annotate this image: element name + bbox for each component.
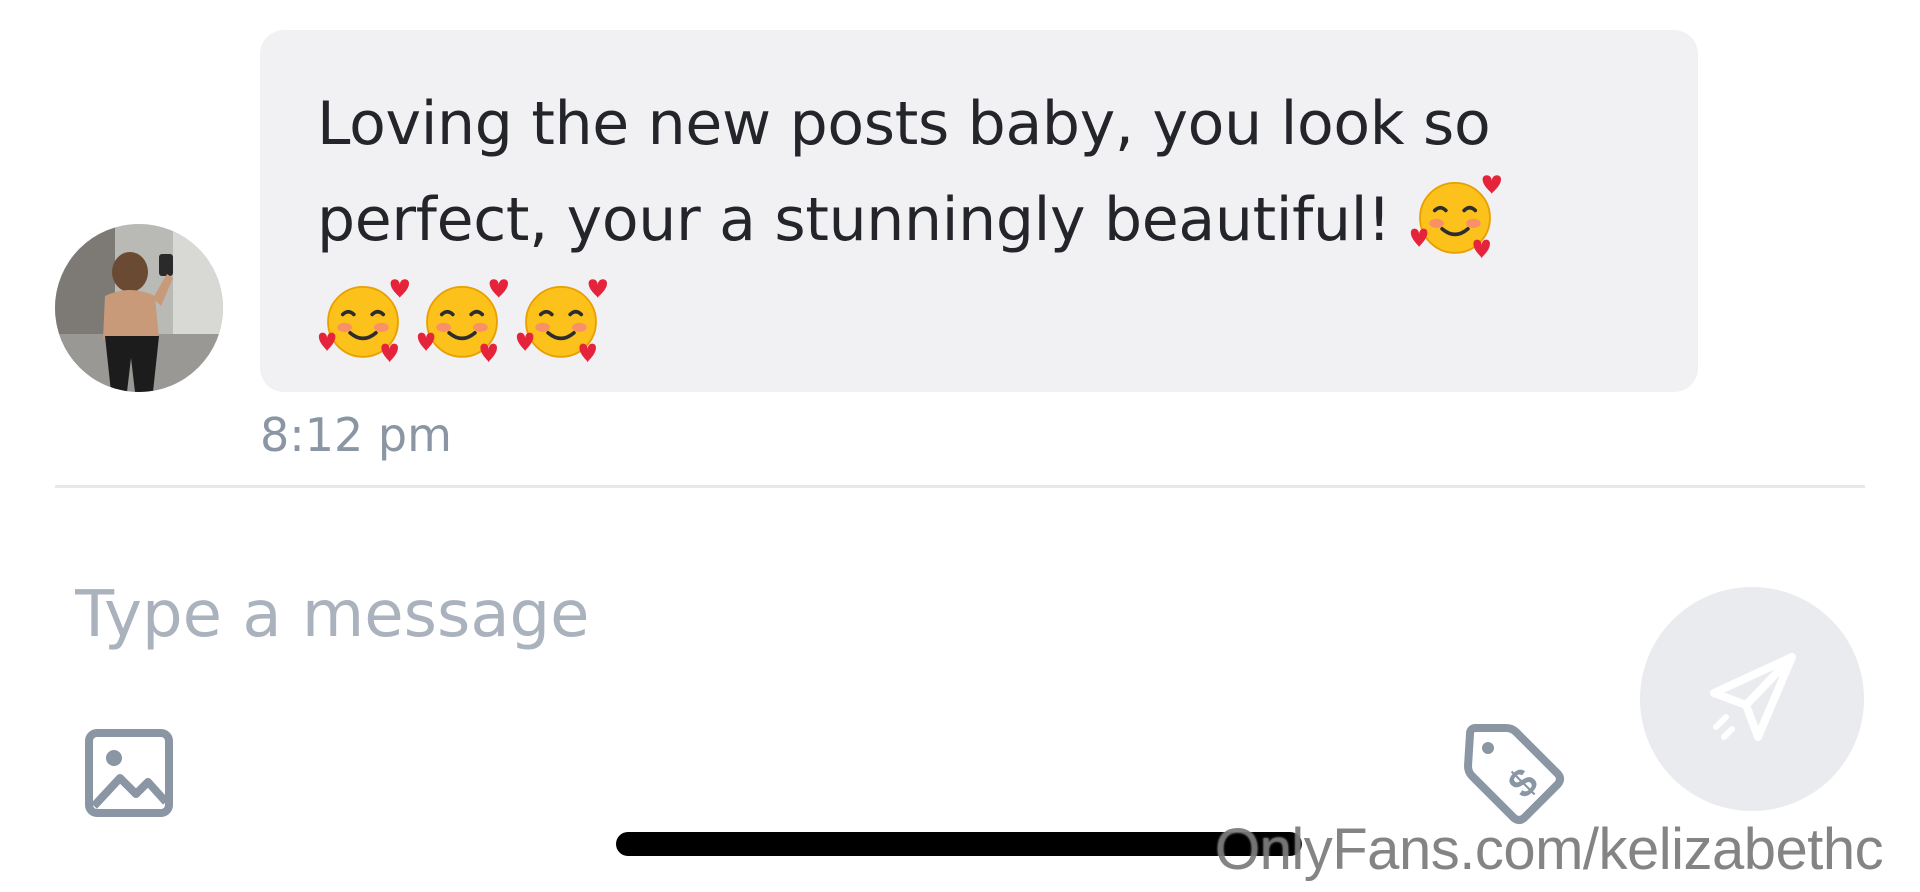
emoji-row xyxy=(317,274,1638,364)
message-bubble[interactable]: Loving the new posts baby, you look so p… xyxy=(260,30,1698,392)
watermark: OnlyFans.com/kelizabethc xyxy=(1215,817,1884,882)
send-icon xyxy=(1710,653,1796,741)
avatar[interactable] xyxy=(55,224,223,392)
smiling-face-with-hearts-icon xyxy=(317,274,409,366)
message-body: Loving the new posts baby, you look so p… xyxy=(317,89,1491,255)
add-media-button[interactable] xyxy=(84,728,174,818)
message-input[interactable] xyxy=(75,570,1575,660)
image-icon xyxy=(85,729,173,817)
message-timestamp: 8:12 pm xyxy=(260,408,452,462)
chat-screen: Loving the new posts baby, you look so p… xyxy=(0,0,1920,892)
home-indicator[interactable] xyxy=(616,832,1302,856)
smiling-face-with-hearts-icon xyxy=(416,274,508,366)
set-price-button[interactable]: $ xyxy=(1462,722,1566,826)
avatar-photo xyxy=(55,224,223,392)
price-tag-icon: $ xyxy=(1464,724,1564,824)
divider xyxy=(55,485,1865,488)
smiling-face-with-hearts-icon xyxy=(515,274,607,366)
message-text: Loving the new posts baby, you look so p… xyxy=(317,78,1638,266)
smiling-face-with-hearts-icon xyxy=(1409,170,1501,262)
send-button[interactable] xyxy=(1640,587,1864,811)
